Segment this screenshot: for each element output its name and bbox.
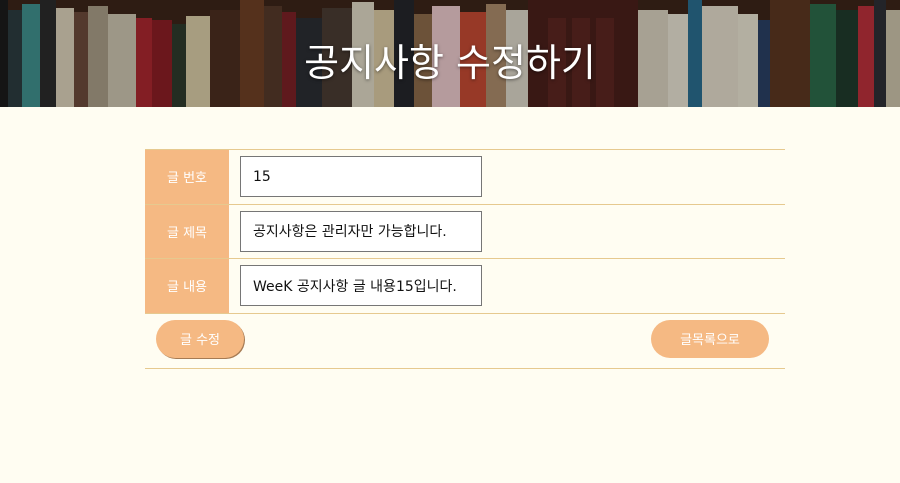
header-banner: 공지사항 수정하기	[0, 0, 900, 107]
content-field[interactable]	[240, 265, 482, 307]
edit-notice-form: 글 번호 글 제목 글 내용 글 수정 글목록으로	[145, 149, 785, 369]
edit-button[interactable]: 글 수정	[156, 319, 244, 358]
form-row-number: 글 번호	[145, 149, 785, 204]
form-table: 글 번호 글 제목 글 내용	[145, 149, 785, 314]
title-label: 글 제목	[145, 204, 229, 259]
form-row-content: 글 내용	[145, 258, 785, 313]
number-field[interactable]	[240, 156, 482, 198]
number-label: 글 번호	[145, 149, 229, 204]
back-to-list-button[interactable]: 글목록으로	[651, 319, 769, 358]
title-field[interactable]	[240, 210, 482, 252]
page-title: 공지사항 수정하기	[304, 41, 596, 85]
content-label: 글 내용	[145, 258, 229, 313]
button-row: 글 수정 글목록으로	[145, 314, 785, 369]
form-row-title: 글 제목	[145, 204, 785, 259]
